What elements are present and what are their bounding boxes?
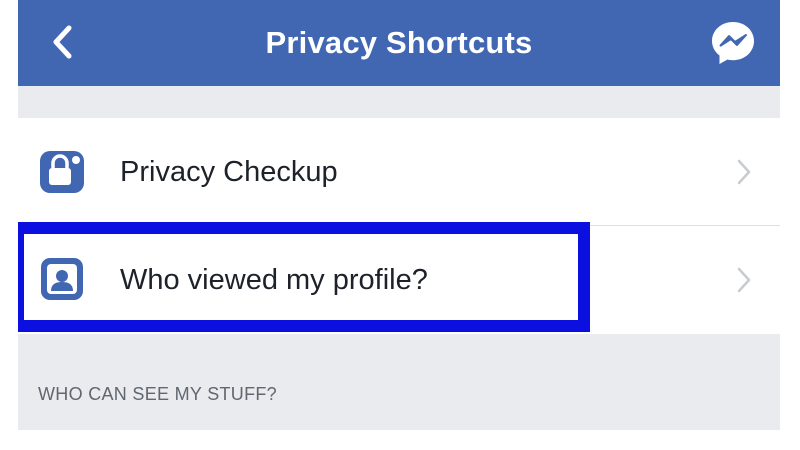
privacy-checkup-label: Privacy Checkup	[120, 155, 338, 188]
who-viewed-profile-label: Who viewed my profile?	[120, 263, 428, 296]
section-header: WHO CAN SEE MY STUFF?	[38, 384, 277, 404]
shortcut-list: Privacy Checkup Who viewed my profile?	[18, 118, 780, 334]
list-item[interactable]	[18, 430, 780, 450]
section-gap	[18, 334, 780, 430]
privacy-checkup-item[interactable]: Privacy Checkup	[18, 118, 780, 226]
profile-icon	[41, 258, 83, 300]
phone-screen: Privacy Shortcuts Privacy Checkup Who vi…	[18, 0, 780, 450]
lock-icon	[40, 151, 84, 193]
messenger-button[interactable]	[708, 18, 758, 68]
chevron-right-icon	[737, 267, 751, 293]
who-viewed-profile-item[interactable]: Who viewed my profile?	[18, 226, 780, 334]
chevron-right-icon	[737, 159, 751, 185]
messenger-icon	[712, 22, 754, 64]
top-spacer	[18, 86, 780, 118]
page-title: Privacy Shortcuts	[265, 25, 533, 60]
back-button[interactable]	[42, 20, 82, 64]
chevron-left-icon	[53, 25, 72, 59]
nav-bar: Privacy Shortcuts	[18, 0, 780, 86]
